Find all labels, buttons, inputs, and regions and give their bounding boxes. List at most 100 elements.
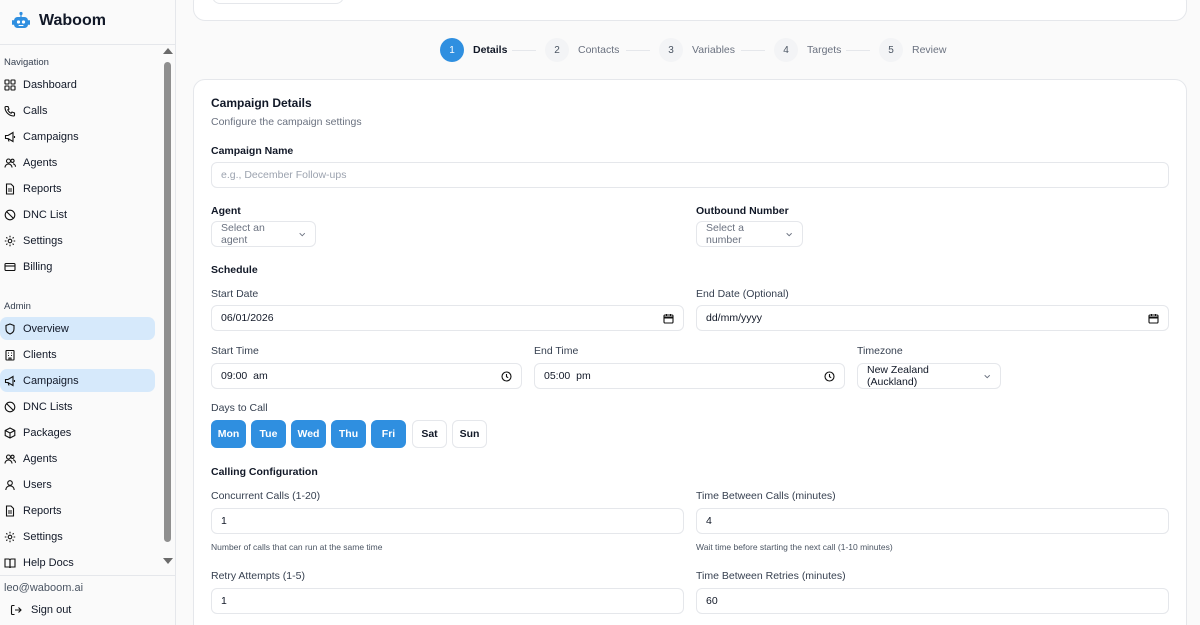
concurrent-calls-input[interactable]: 1: [211, 508, 684, 534]
sidebar-item-admin-reports[interactable]: Reports: [0, 499, 155, 522]
timezone-select[interactable]: New Zealand (Auckland): [857, 363, 1001, 389]
retry-attempts-value: 1: [221, 595, 227, 607]
sidebar-item-label: Help Docs: [23, 556, 74, 569]
day-toggle-sun[interactable]: Sun: [452, 420, 487, 448]
step-variables[interactable]: 3 Variables: [659, 38, 735, 62]
sidebar-item-label: Calls: [23, 104, 48, 117]
package-icon: [4, 426, 16, 439]
sidebar-item-users[interactable]: Users: [0, 473, 155, 496]
step-connector: [741, 50, 765, 51]
sidebar-item-settings[interactable]: Settings: [0, 229, 155, 252]
outbound-number-select[interactable]: Select a number: [696, 221, 803, 247]
sidebar-item-admin-campaigns[interactable]: Campaigns: [0, 369, 155, 392]
sidebar-item-label: Users: [23, 478, 52, 491]
start-date-input[interactable]: 06/01/2026: [211, 305, 684, 331]
sidebar-item-help-docs[interactable]: Help Docs: [0, 551, 155, 574]
scrollbar-thumb[interactable]: [164, 62, 171, 542]
calendar-icon[interactable]: [1148, 313, 1159, 324]
sidebar-item-clients[interactable]: Clients: [0, 343, 155, 366]
end-time-input[interactable]: 05:00 pm: [534, 363, 845, 389]
sidebar-item-reports[interactable]: Reports: [0, 177, 155, 200]
sidebar-item-label: Dashboard: [23, 78, 77, 91]
sign-out-button[interactable]: Sign out: [10, 604, 71, 616]
sidebar-item-calls[interactable]: Calls: [0, 99, 155, 122]
step-contacts[interactable]: 2 Contacts: [545, 38, 619, 62]
step-label: Targets: [807, 44, 842, 56]
sidebar-item-dashboard[interactable]: Dashboard: [0, 73, 155, 96]
step-connector: [512, 50, 536, 51]
clock-icon[interactable]: [824, 370, 835, 382]
section-label-admin: Admin: [4, 301, 31, 312]
sidebar-item-dnc-lists[interactable]: DNC Lists: [0, 395, 155, 418]
sidebar-nav: Navigation Dashboard Calls Campaigns Age…: [0, 45, 176, 575]
day-toggle-fri[interactable]: Fri: [371, 420, 406, 448]
time-between-retries-value: 60: [706, 595, 718, 607]
section-label-navigation: Navigation: [4, 57, 49, 68]
sidebar-item-label: Overview: [23, 322, 69, 335]
sidebar-item-label: Reports: [23, 504, 62, 517]
calendar-icon[interactable]: [663, 313, 674, 324]
retry-attempts-input[interactable]: 1: [211, 588, 684, 614]
time-between-calls-help: Wait time before starting the next call …: [696, 542, 893, 552]
concurrent-calls-help: Number of calls that can run at the same…: [211, 542, 383, 552]
credit-card-icon: [4, 262, 16, 271]
agent-select[interactable]: Select an agent: [211, 221, 316, 247]
step-connector: [846, 50, 870, 51]
calling-configuration-heading: Calling Configuration: [211, 466, 318, 478]
sidebar-item-dnc-list[interactable]: DNC List: [0, 203, 155, 226]
sidebar-item-label: Reports: [23, 182, 62, 195]
sidebar-item-label: Agents: [23, 156, 58, 169]
outbound-select-placeholder: Select a number: [706, 222, 744, 246]
sidebar-item-agents[interactable]: Agents: [0, 151, 155, 174]
day-toggle-sat[interactable]: Sat: [412, 420, 447, 448]
sidebar-item-admin-agents[interactable]: Agents: [0, 447, 155, 470]
sidebar-item-packages[interactable]: Packages: [0, 421, 155, 444]
end-time-label: End Time: [534, 345, 579, 357]
concurrent-calls-label: Concurrent Calls (1-20): [211, 490, 321, 502]
time-between-calls-input[interactable]: 4: [696, 508, 1169, 534]
end-date-input[interactable]: dd/mm/yyyy: [696, 305, 1169, 331]
file-icon: [5, 504, 15, 517]
brand[interactable]: Waboom: [11, 9, 106, 33]
time-between-retries-label: Time Between Retries (minutes): [696, 570, 846, 582]
sidebar-item-label: DNC Lists: [23, 400, 73, 413]
sidebar-item-overview[interactable]: Overview: [0, 317, 155, 340]
step-review[interactable]: 5 Review: [879, 38, 946, 62]
clock-icon[interactable]: [501, 370, 512, 382]
day-toggle-tue[interactable]: Tue: [251, 420, 286, 448]
step-number: 1: [440, 38, 464, 62]
sidebar-item-label: Agents: [23, 452, 58, 465]
step-details[interactable]: 1 Details: [440, 38, 507, 62]
step-targets[interactable]: 4 Targets: [774, 38, 841, 62]
divider: [0, 575, 176, 576]
grid-icon: [4, 78, 16, 91]
book-icon: [4, 557, 16, 568]
ban-icon: [4, 209, 16, 220]
start-date-label: Start Date: [211, 288, 259, 300]
time-between-retries-input[interactable]: 60: [696, 588, 1169, 614]
scroll-down-arrow-icon[interactable]: [163, 558, 173, 564]
sidebar-item-billing[interactable]: Billing: [0, 255, 155, 278]
ban-icon: [4, 401, 16, 412]
gear-icon: [4, 235, 16, 246]
time-between-calls-label: Time Between Calls (minutes): [696, 490, 836, 502]
start-time-label: Start Time: [211, 345, 259, 357]
shield-icon: [5, 322, 15, 335]
start-time-value: 09:00 am: [221, 370, 268, 382]
megaphone-icon: [4, 375, 16, 386]
day-toggle-mon[interactable]: Mon: [211, 420, 246, 448]
user-icon: [5, 479, 15, 490]
step-label: Contacts: [578, 44, 620, 56]
campaign-name-input[interactable]: e.g., December Follow-ups: [211, 162, 1169, 188]
scroll-up-arrow-icon[interactable]: [163, 48, 173, 54]
outbound-number-label: Outbound Number: [696, 205, 789, 217]
sidebar-item-admin-settings[interactable]: Settings: [0, 525, 155, 548]
sidebar-item-label: Packages: [23, 426, 72, 439]
day-toggle-thu[interactable]: Thu: [331, 420, 366, 448]
schedule-heading: Schedule: [211, 264, 258, 276]
phone-icon: [4, 105, 16, 117]
day-toggle-wed[interactable]: Wed: [291, 420, 326, 448]
start-time-input[interactable]: 09:00 am: [211, 363, 522, 389]
sidebar-item-campaigns[interactable]: Campaigns: [0, 125, 155, 148]
back-button[interactable]: [212, 0, 344, 4]
